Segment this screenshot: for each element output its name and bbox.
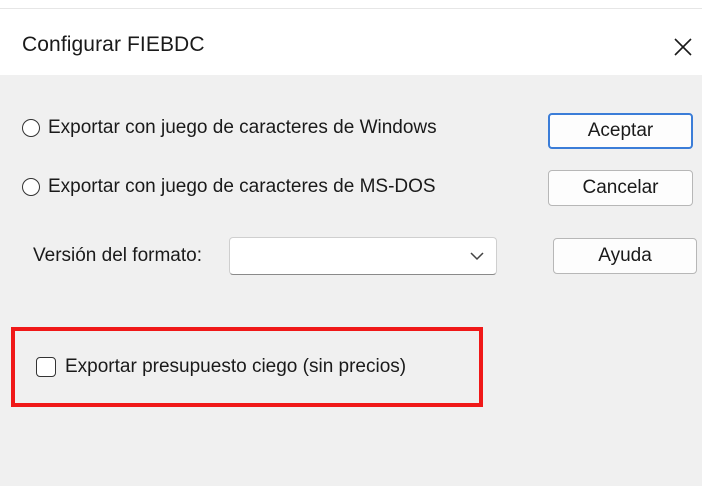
- blind-budget-label: Exportar presupuesto ciego (sin precios): [65, 356, 407, 377]
- dialog-title: Configurar FIEBDC: [22, 33, 205, 56]
- cancel-button[interactable]: Cancelar: [548, 170, 693, 206]
- fiebdc-dialog: Configurar FIEBDC Exportar con juego de …: [0, 0, 702, 486]
- radio-msdos-charset[interactable]: Exportar con juego de caracteres de MS-D…: [22, 176, 436, 198]
- radio-windows-charset[interactable]: Exportar con juego de caracteres de Wind…: [22, 117, 437, 139]
- help-button[interactable]: Ayuda: [553, 238, 697, 274]
- dialog-body: Exportar con juego de caracteres de Wind…: [0, 75, 702, 486]
- close-button[interactable]: [664, 23, 702, 71]
- close-icon: [674, 38, 692, 56]
- chevron-down-icon: [470, 252, 484, 261]
- radio-msdos-charset-label: Exportar con juego de caracteres de MS-D…: [48, 176, 436, 197]
- window-top-edge: [0, 0, 702, 8]
- title-bar: Configurar FIEBDC: [0, 8, 702, 75]
- blind-budget-checkbox-row[interactable]: Exportar presupuesto ciego (sin precios): [36, 356, 406, 378]
- radio-windows-charset-label: Exportar con juego de caracteres de Wind…: [48, 117, 437, 138]
- format-version-label: Versión del formato:: [33, 245, 202, 266]
- radio-button-icon[interactable]: [22, 178, 40, 196]
- blind-budget-checkbox[interactable]: [36, 357, 56, 377]
- accept-button[interactable]: Aceptar: [548, 113, 693, 149]
- format-version-select[interactable]: [229, 237, 497, 275]
- radio-button-icon[interactable]: [22, 119, 40, 137]
